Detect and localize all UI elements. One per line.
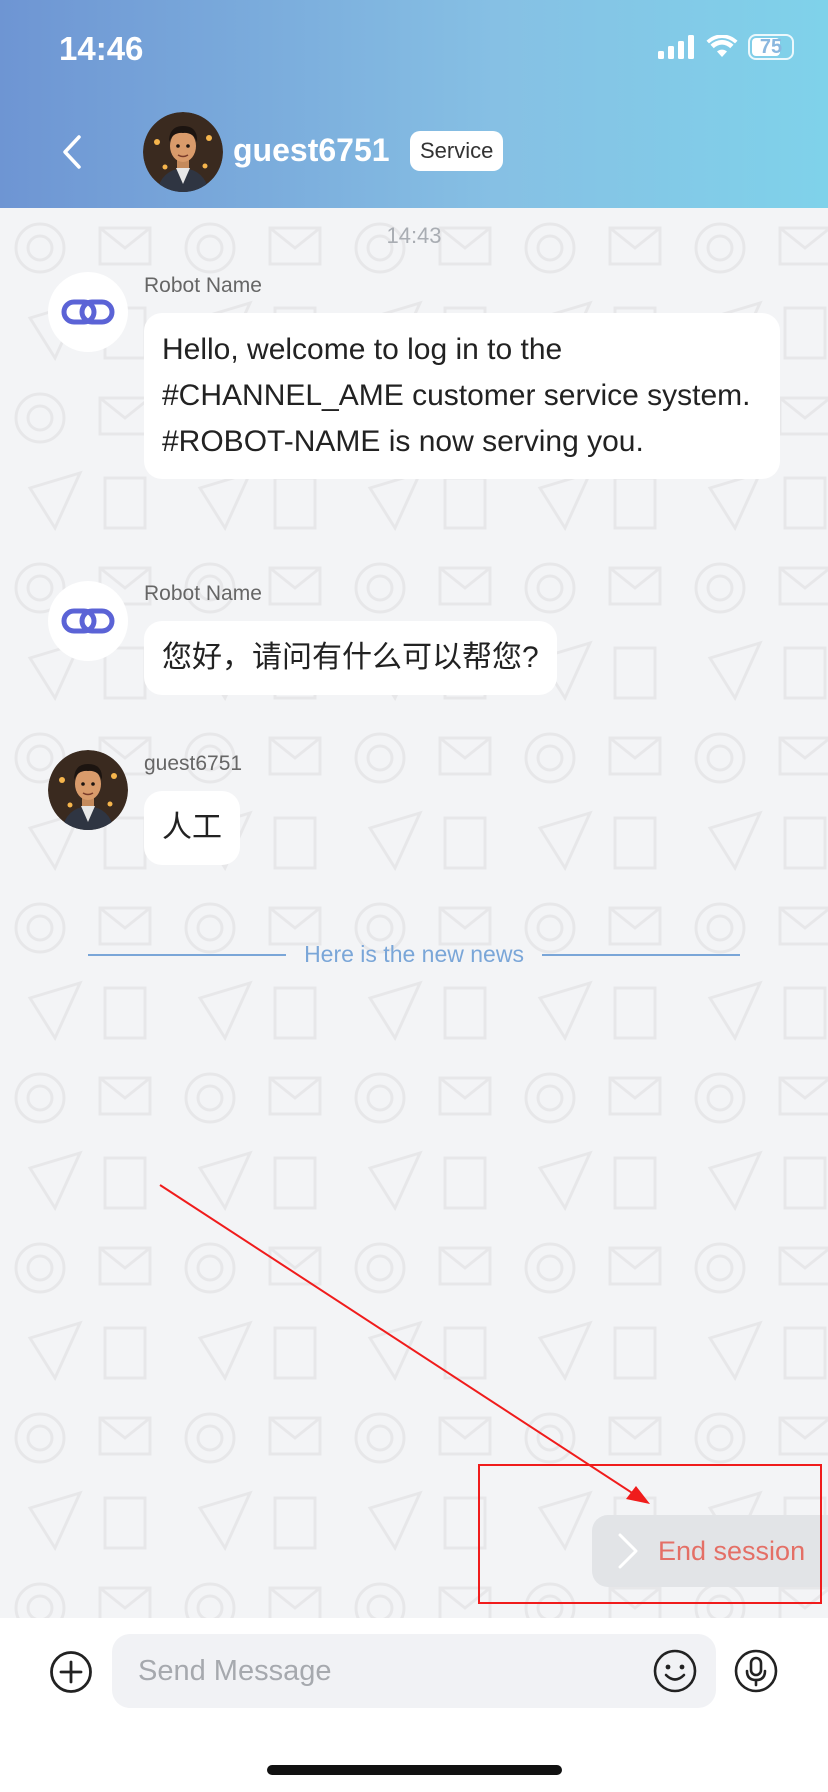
message-input[interactable]: [112, 1634, 716, 1708]
microphone-icon: [734, 1649, 778, 1693]
attach-button[interactable]: [49, 1650, 93, 1694]
plus-circle-icon: [50, 1651, 92, 1693]
emoji-button[interactable]: [652, 1648, 698, 1694]
voice-button[interactable]: [733, 1648, 779, 1694]
home-indicator: [267, 1765, 562, 1775]
smile-icon: [653, 1649, 697, 1693]
annotation-highlight-box: [478, 1464, 822, 1604]
